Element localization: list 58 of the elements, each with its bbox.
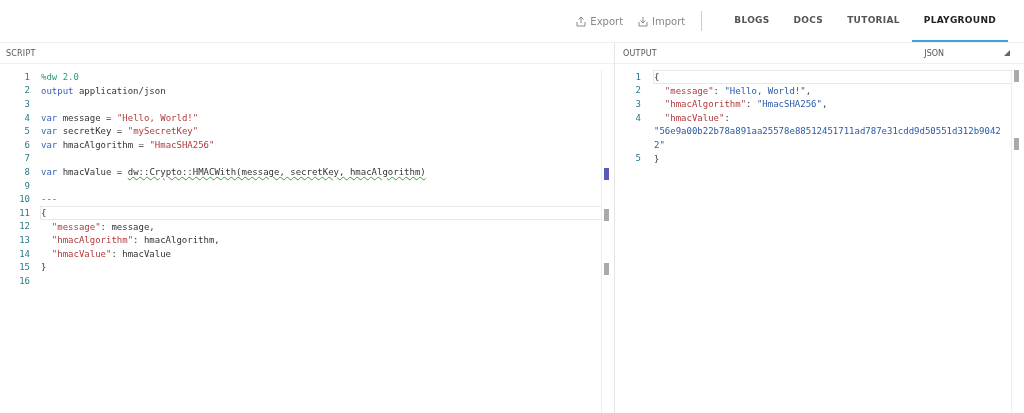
output-viewer[interactable]: 1 { 2 "message": "Hello, World!", 3 "hmacAlgorithm": "HmacSHA256", 4 "hmacValue": "56e9a00b22b78a891aa25578e88512451711ad787e31cdd9d50551d312b9042 2" 5 }: [615, 64, 1024, 413]
code-line: "hmacAlgorithm": "HmacSHA256",: [663, 98, 829, 111]
line-number: 1: [634, 71, 642, 82]
code-line: "hmacValue": hmacValue: [50, 247, 172, 261]
line-number: 9: [23, 180, 31, 191]
upload-icon: [575, 15, 588, 27]
code-line: "56e9a00b22b78a891aa25578e88512451711ad787e31cdd9d50551d312b9042: [653, 125, 1002, 138]
line-number: 2: [23, 85, 31, 96]
ruler-mark: [1014, 70, 1019, 82]
code-line: {: [653, 70, 1011, 84]
code-line: var message = "Hello, World!": [40, 111, 200, 125]
line-number: 4: [23, 112, 31, 123]
nav-tab[interactable]: TUTORIAL: [835, 0, 912, 42]
code-line: var hmacAlgorithm = "HmacSHA256": [40, 138, 216, 152]
panel-title: SCRIPT: [6, 48, 36, 58]
ruler-mark: [1014, 138, 1019, 150]
code-line: var secretKey = "mySecretKey": [40, 125, 200, 138]
line-number: 2: [634, 85, 642, 96]
line-number: 10: [18, 194, 31, 205]
code-line: "hmacValue":: [663, 111, 731, 125]
code-line: "message": message,: [50, 220, 156, 234]
corner-triangle-icon: [1004, 50, 1010, 56]
code-line: var hmacValue = dw::Crypto::HMACWith(message, secretKey, hmacAlgorithm): [40, 166, 427, 179]
code-line: ---: [40, 193, 59, 206]
code-line: }: [40, 261, 48, 274]
line-number: 13: [18, 234, 31, 245]
code-line: {: [40, 205, 601, 220]
format-dropdown[interactable]: JSON: [924, 48, 1010, 58]
line-number: 3: [23, 99, 31, 109]
line-number: 3: [634, 99, 642, 109]
line-number: 4: [634, 112, 642, 123]
ruler-mark: [604, 209, 609, 221]
code-line: %dw 2.0: [40, 71, 80, 84]
ruler-mark: [604, 263, 609, 275]
line-number: 16: [18, 275, 31, 286]
line-number: 7: [23, 153, 31, 164]
code-line: "hmacAlgorithm": hmacAlgorithm,: [50, 234, 221, 247]
code-line: output application/json: [40, 84, 167, 98]
panel-title: OUTPUT: [623, 48, 657, 58]
export-button[interactable]: Export: [575, 15, 624, 27]
code-line: 2": [653, 138, 666, 152]
line-number: 15: [18, 262, 31, 273]
line-number: 8: [23, 166, 31, 177]
line-number: 6: [23, 139, 31, 150]
line-number: 5: [634, 153, 642, 164]
line-number: 1: [23, 71, 31, 82]
line-number: 5: [23, 126, 31, 137]
download-icon: [637, 15, 650, 27]
code-line: }: [653, 152, 661, 166]
nav-tab[interactable]: BLOGS: [722, 0, 782, 42]
nav-tab[interactable]: DOCS: [781, 0, 836, 42]
line-number: 12: [18, 221, 31, 232]
nav-tab[interactable]: PLAYGROUND: [911, 0, 1008, 42]
import-button[interactable]: Import: [637, 15, 686, 27]
line-number: 14: [18, 248, 31, 259]
ruler-mark: [604, 168, 609, 180]
code-line: "message": "Hello, World!",: [663, 84, 813, 98]
line-number: 11: [18, 207, 31, 218]
